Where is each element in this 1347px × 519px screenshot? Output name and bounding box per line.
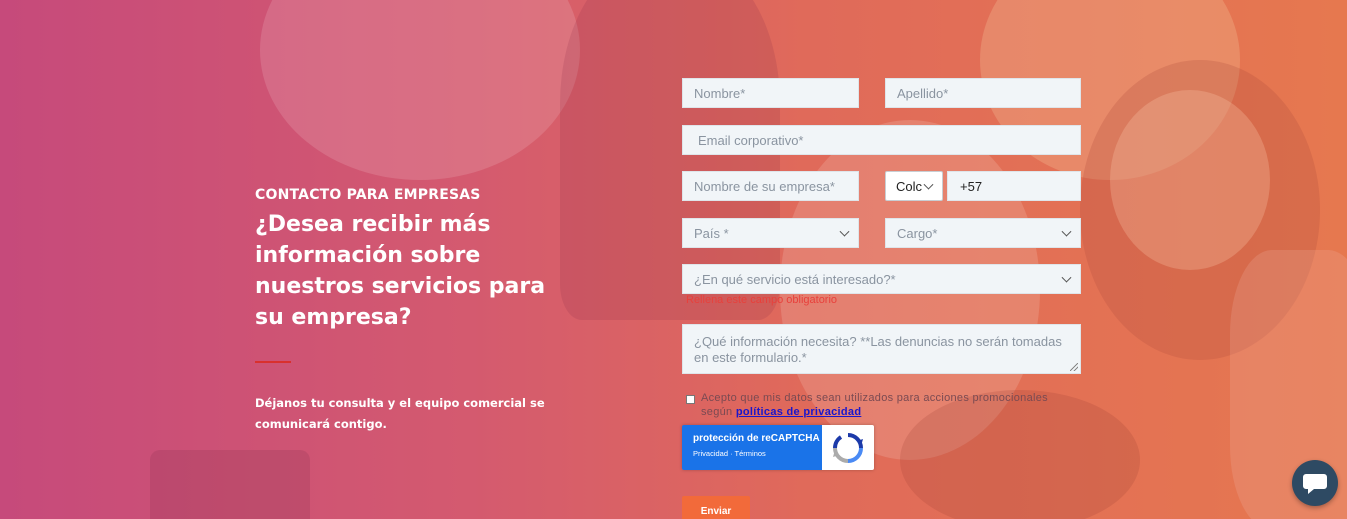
cargo-placeholder: Cargo* (897, 225, 938, 241)
section-eyebrow: CONTACTO PARA EMPRESAS (255, 187, 481, 203)
servicio-error-message: Rellena este campo obligatorio (686, 294, 838, 306)
servicio-select[interactable]: ¿En qué servicio está interesado?* (682, 264, 1081, 294)
page-title: ¿Desea recibir más información sobre nue… (255, 212, 546, 330)
bg-shape (260, 0, 580, 180)
info-textarea[interactable]: ¿Qué información necesita? **Las denunci… (682, 324, 1081, 374)
chat-bubble-icon[interactable] (1292, 460, 1338, 506)
resize-handle-icon[interactable] (1070, 363, 1078, 371)
recaptcha-title: protección de reCAPTCHA (693, 433, 820, 444)
submit-button[interactable]: Enviar (682, 496, 750, 519)
bg-shape (150, 450, 310, 519)
hero-text-block: CONTACTO PARA EMPRESAS ¿Desea recibir má… (255, 187, 575, 435)
empresa-input[interactable]: Nombre de su empresa* (682, 171, 859, 201)
background-photo (0, 0, 1347, 519)
title-divider (255, 361, 291, 363)
apellido-input[interactable]: Apellido* (885, 78, 1081, 108)
pais-select[interactable]: País * (682, 218, 859, 248)
phone-input[interactable]: +57 (947, 171, 1081, 201)
info-placeholder: ¿Qué información necesita? **Las denunci… (694, 334, 1062, 365)
recaptcha-logo-icon (822, 425, 874, 470)
recaptcha-badge[interactable]: protección de reCAPTCHA Privacidad · Tér… (682, 425, 874, 470)
email-input[interactable]: Email corporativo* (682, 125, 1081, 155)
recaptcha-links[interactable]: Privacidad · Términos (693, 449, 822, 458)
bg-shape (1110, 90, 1270, 270)
hero-subtext: Déjanos tu consulta y el equipo comercia… (255, 396, 545, 431)
cargo-select[interactable]: Cargo* (885, 218, 1081, 248)
recaptcha-info: protección de reCAPTCHA Privacidad · Tér… (682, 425, 822, 470)
servicio-placeholder: ¿En qué servicio está interesado?* (694, 271, 896, 287)
country-code-value: Colc (896, 178, 923, 194)
privacy-policy-link[interactable]: políticas de privacidad (736, 406, 862, 418)
nombre-input[interactable]: Nombre* (682, 78, 859, 108)
pais-placeholder: País * (694, 225, 729, 241)
country-code-select[interactable]: Colc (885, 171, 943, 201)
consent-checkbox[interactable] (686, 395, 695, 404)
consent-row: Acepto que mis datos sean utilizados par… (686, 391, 1066, 419)
